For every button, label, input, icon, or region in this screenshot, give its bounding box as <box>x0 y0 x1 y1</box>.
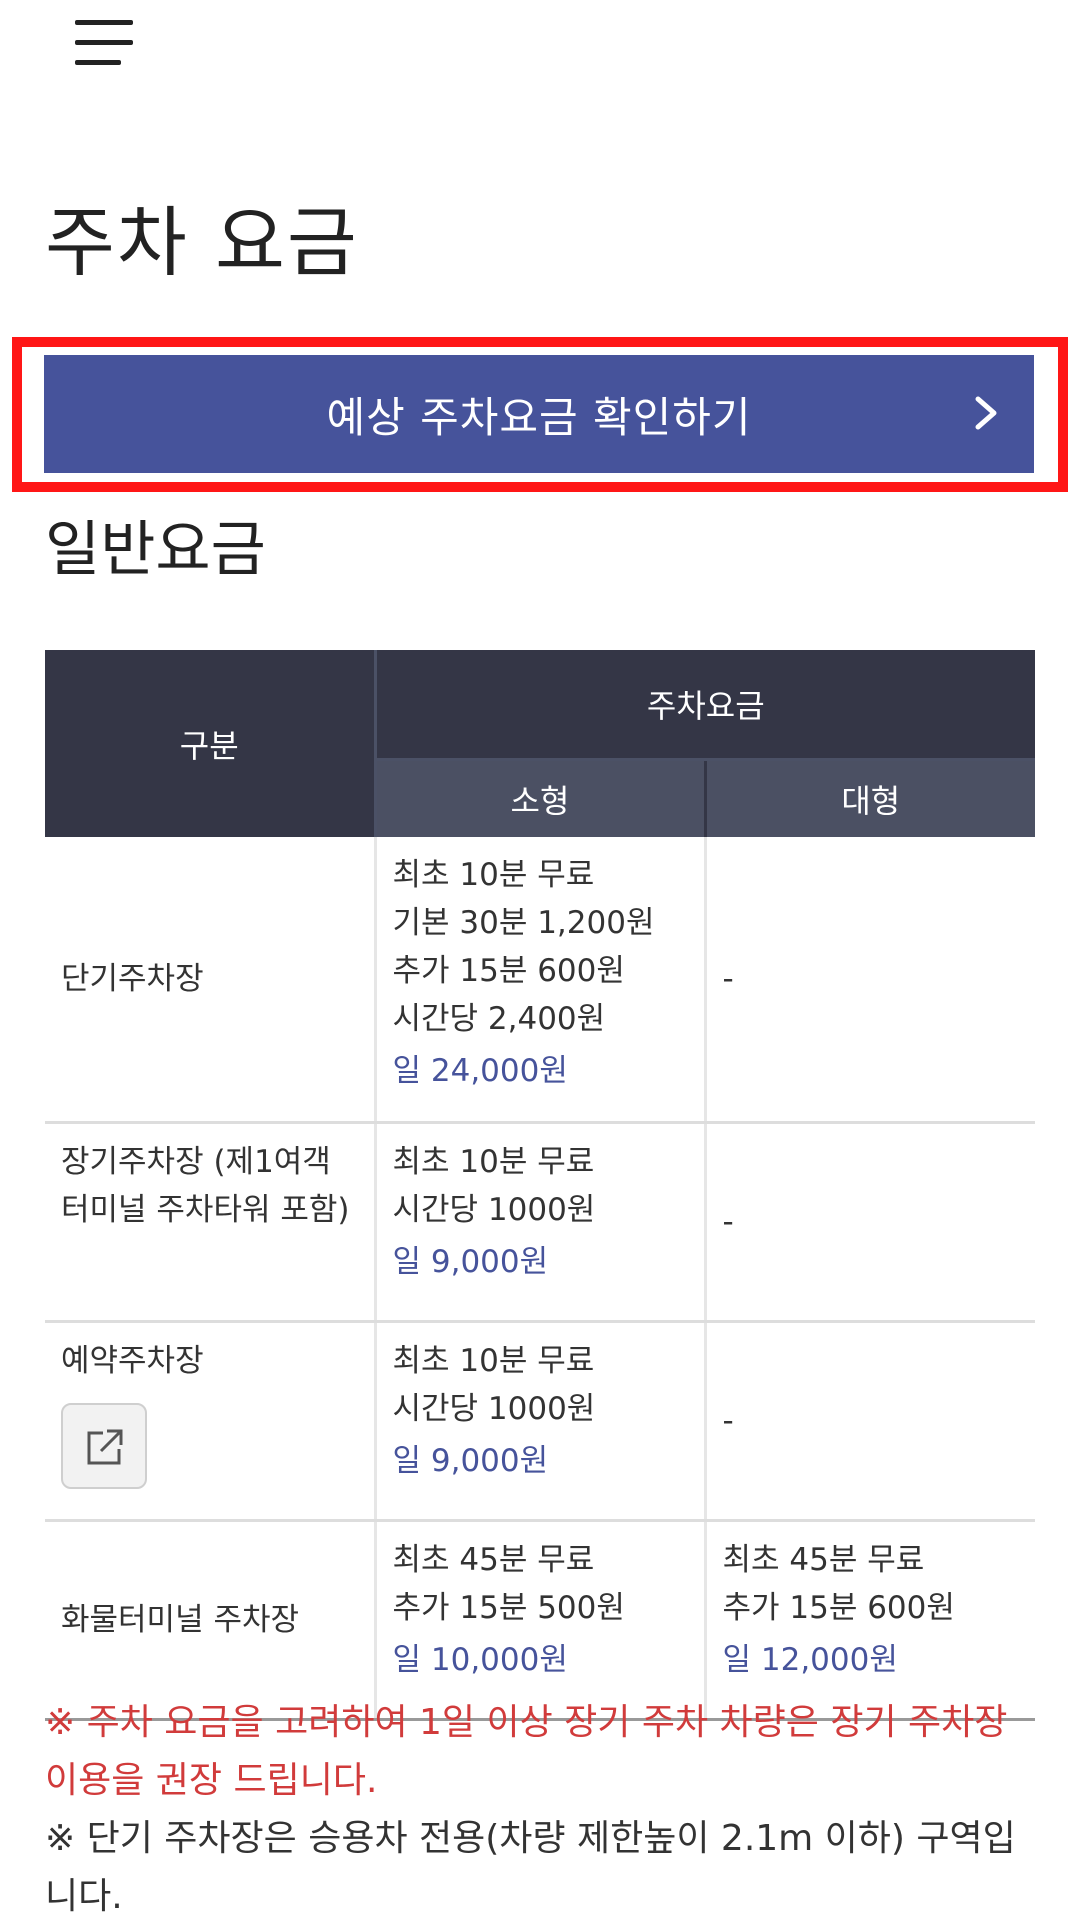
fee-line: 기본 30분 1,200원 <box>392 905 655 941</box>
fee-line: 최초 10분 무료 <box>392 857 595 893</box>
fee-line: 최초 45분 무료 <box>392 1542 595 1578</box>
large-fee-cell: - <box>703 837 1036 1124</box>
daily-max: 일 10,000원 <box>392 1642 568 1678</box>
table-row: 장기주차장 (제1여객 터미널 주차타워 포함) 최초 10분 무료 시간당 1… <box>45 1122 1036 1323</box>
row-category: 단기주차장 <box>45 837 375 1124</box>
header-small: 소형 <box>375 759 707 837</box>
notes: ※ 주차 요금을 고려하여 1일 이상 장기 주차 차량은 장기 주차장 이용을… <box>45 1694 1035 1920</box>
external-link-icon <box>87 1429 123 1465</box>
table-row: 단기주차장 최초 10분 무료 기본 30분 1,200원 추가 15분 600… <box>45 837 1036 1124</box>
fee-line: 최초 10분 무료 <box>392 1144 595 1180</box>
note-long-term-recommendation: ※ 주차 요금을 고려하여 1일 이상 장기 주차 차량은 장기 주차장 이용을… <box>45 1702 1008 1801</box>
daily-max: 일 9,000원 <box>392 1244 549 1280</box>
estimate-fee-button[interactable]: 예상 주차요금 확인하기 <box>44 355 1034 473</box>
small-fee-cell: 최초 10분 무료 시간당 1000원 일 9,000원 <box>373 1122 705 1323</box>
row-category: 예약주차장 <box>61 1343 204 1379</box>
section-title: 일반요금 <box>45 515 266 585</box>
page: 주차 요금 예상 주차요금 확인하기 일반요금 구분 주차요금 소형 대형 단기… <box>0 0 1080 1920</box>
menu-icon[interactable] <box>75 20 133 68</box>
small-fee-cell: 최초 45분 무료 추가 15분 500원 일 10,000원 <box>373 1520 705 1721</box>
fee-line: 추가 15분 600원 <box>722 1590 955 1626</box>
fee-line: 시간당 2,400원 <box>392 1001 606 1037</box>
row-category-cell: 예약주차장 <box>45 1321 375 1522</box>
fee-line: 최초 10분 무료 <box>392 1343 595 1379</box>
daily-max: 일 9,000원 <box>392 1443 549 1479</box>
estimate-fee-label: 예상 주차요금 확인하기 <box>326 392 752 442</box>
fee-line: 시간당 1000원 <box>392 1192 596 1228</box>
header-fee-group: 주차요금 <box>375 650 1036 761</box>
header-large: 대형 <box>705 759 1036 837</box>
row-category: 화물터미널 주차장 <box>45 1520 375 1721</box>
chevron-right-icon <box>975 396 997 430</box>
fee-line: 최초 45분 무료 <box>722 1542 925 1578</box>
reservation-external-link-button[interactable] <box>61 1403 147 1489</box>
small-fee-cell: 최초 10분 무료 시간당 1000원 일 9,000원 <box>373 1321 705 1522</box>
small-fee-cell: 최초 10분 무료 기본 30분 1,200원 추가 15분 600원 시간당 … <box>373 837 705 1124</box>
fee-table: 구분 주차요금 소형 대형 단기주차장 최초 10분 무료 기본 30분 1,2… <box>45 650 1036 1721</box>
large-fee-cell: - <box>703 1122 1036 1323</box>
page-title: 주차 요금 <box>45 198 359 287</box>
fee-line: 추가 15분 500원 <box>392 1590 625 1626</box>
table-row: 화물터미널 주차장 최초 45분 무료 추가 15분 500원 일 10,000… <box>45 1520 1036 1721</box>
fee-line: 시간당 1000원 <box>392 1391 596 1427</box>
table-row: 예약주차장 최초 10분 무료 시간당 1000원 일 9,000원 - <box>45 1321 1036 1522</box>
note-short-term-height-limit: ※ 단기 주차장은 승용차 전용(차량 제한높이 2.1m 이하) 구역입니다. <box>45 1818 1016 1917</box>
large-fee-cell: 최초 45분 무료 추가 15분 600원 일 12,000원 <box>703 1520 1036 1721</box>
cta-highlight-frame: 예상 주차요금 확인하기 <box>12 337 1068 492</box>
large-fee-cell: - <box>703 1321 1036 1522</box>
daily-max: 일 24,000원 <box>392 1053 568 1089</box>
daily-max: 일 12,000원 <box>722 1642 898 1678</box>
fee-line: 추가 15분 600원 <box>392 953 625 989</box>
row-category: 장기주차장 (제1여객 터미널 주차타워 포함) <box>45 1122 375 1323</box>
header-category: 구분 <box>45 650 377 837</box>
